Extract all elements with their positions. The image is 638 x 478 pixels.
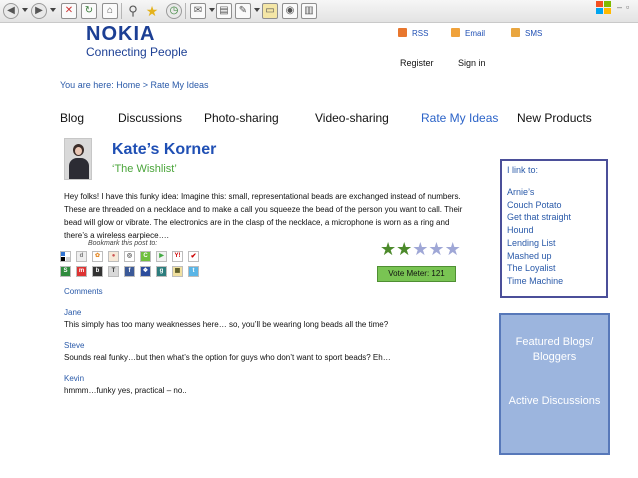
breadcrumb[interactable]: You are here: Home > Rate My Ideas	[60, 80, 209, 90]
nokia-logo[interactable]: NOKIA Connecting People	[86, 24, 187, 59]
blinklist-icon[interactable]: ✔	[188, 251, 199, 262]
simpy-icon[interactable]: ▶	[156, 251, 167, 262]
minimize-icon[interactable]: –	[617, 2, 622, 12]
nav-discussions[interactable]: Discussions	[118, 111, 182, 125]
link-item-get-that-straight[interactable]: Get that straight	[507, 211, 601, 224]
comment-author[interactable]: Jane	[64, 308, 81, 317]
print-icon[interactable]: ▤	[216, 3, 232, 19]
bookmark-label: Bookmark this post to:	[88, 240, 158, 247]
nav-video-sharing[interactable]: Video-sharing	[315, 111, 389, 125]
star-icon-filled[interactable]: ★	[396, 239, 412, 259]
comment-text: hmmm…funky yes, practical – no..	[64, 386, 187, 395]
star-rating[interactable]: ★★★★★	[380, 240, 461, 260]
mail-icon[interactable]: ✉	[190, 3, 206, 19]
facebook-icon[interactable]: f	[124, 266, 135, 277]
email-icon	[451, 28, 460, 37]
discuss-icon[interactable]: ▭	[262, 3, 278, 19]
stumbleupon-icon[interactable]: S	[60, 266, 71, 277]
twitter-icon[interactable]: t	[188, 266, 199, 277]
comments-heading[interactable]: Comments	[64, 287, 103, 296]
stop-icon[interactable]: ✕	[61, 3, 77, 19]
link-item-hound[interactable]: Hound	[507, 224, 601, 237]
magnolia-icon[interactable]: m	[76, 266, 87, 277]
mail-dropdown-icon[interactable]	[209, 8, 215, 12]
star-icon-empty[interactable]: ★	[412, 239, 428, 259]
rss-link[interactable]: RSS	[398, 28, 428, 38]
link-item-arnies[interactable]: Arnie’s	[507, 186, 601, 199]
edit-icon[interactable]: ✎	[235, 3, 251, 19]
star-icon-filled[interactable]: ★	[380, 239, 396, 259]
google-icon[interactable]: g	[156, 266, 167, 277]
link-item-the-loyalist[interactable]: The Loyalist	[507, 262, 601, 275]
toolbar-divider	[185, 3, 186, 19]
sms-icon	[511, 28, 520, 37]
windows-live-icon[interactable]: ❖	[140, 266, 151, 277]
post-body: Hey folks! I have this funky idea: Imagi…	[64, 192, 463, 240]
post-title: Kate’s Korner	[112, 141, 217, 158]
comment-author[interactable]: Steve	[64, 341, 84, 350]
active-discussions-link[interactable]: Active Discussions	[501, 395, 608, 407]
post-subtitle: ‘The Wishlist’	[112, 163, 177, 175]
logo-wordmark: NOKIA	[86, 23, 156, 45]
furl-icon[interactable]: ◎	[124, 251, 135, 262]
delicious-icon[interactable]	[60, 251, 71, 262]
comment-author[interactable]: Kevin	[64, 374, 84, 383]
link-list-title: I link to:	[507, 165, 539, 175]
spurl-icon[interactable]: C	[140, 251, 151, 262]
forward-button[interactable]: ▶	[31, 3, 47, 19]
yahoo-icon[interactable]: Y!	[172, 251, 183, 262]
comment-text: Sounds real funky…but then what’s the op…	[64, 353, 391, 362]
messenger-icon[interactable]: ◉	[282, 3, 298, 19]
nav-rate-my-ideas[interactable]: Rate My Ideas	[421, 111, 498, 125]
author-avatar	[64, 138, 92, 180]
forward-dropdown-icon[interactable]	[50, 8, 56, 12]
toolbar-divider	[121, 3, 122, 19]
sign-in-link[interactable]: Sign in	[458, 58, 486, 68]
vote-meter-button[interactable]: Vote Meter: 121	[377, 266, 456, 282]
sms-label: SMS	[525, 29, 543, 38]
technorati-icon[interactable]: b	[92, 266, 103, 277]
email-label: Email	[465, 29, 486, 38]
nav-photo-sharing[interactable]: Photo-sharing	[204, 111, 279, 125]
link-list-box: I link to: Arnie’s Couch Potato Get that…	[500, 159, 608, 298]
history-icon[interactable]: ◷	[166, 3, 182, 19]
bookmark-icons-row-2: Sm b Tf ❖ g ▦ t	[60, 266, 204, 284]
browser-toolbar: ◀ ▶ ✕ ↻ ⌂ ⚲ ★ ◷ ✉ ▤ ✎ ▭ ◉ ▥ – ▫	[0, 0, 638, 23]
rss-label: RSS	[412, 29, 429, 38]
bookmark-file-icon[interactable]: ▦	[172, 266, 183, 277]
nav-blog[interactable]: Blog	[60, 111, 84, 125]
favorites-icon[interactable]: ★	[144, 3, 160, 19]
search-icon[interactable]: ⚲	[125, 3, 141, 19]
reddit-icon[interactable]: ●	[108, 251, 119, 262]
register-link[interactable]: Register	[400, 58, 434, 68]
rss-icon	[398, 28, 407, 37]
link-item-couch-potato[interactable]: Couch Potato	[507, 199, 601, 212]
newsvine-icon[interactable]: ✿	[92, 251, 103, 262]
tailrank-icon[interactable]: T	[108, 266, 119, 277]
windows-logo-icon	[596, 1, 611, 14]
home-icon[interactable]: ⌂	[102, 3, 118, 19]
comment-text: This simply has too many weaknesses here…	[64, 320, 389, 329]
featured-blogs-link[interactable]: Featured Blogs/ Bloggers	[501, 335, 608, 365]
featured-panel: Featured Blogs/ Bloggers Active Discussi…	[499, 313, 610, 455]
link-item-lending-list[interactable]: Lending List	[507, 237, 601, 250]
star-icon-empty[interactable]: ★	[428, 239, 444, 259]
logo-tagline: Connecting People	[86, 45, 188, 59]
back-dropdown-icon[interactable]	[22, 8, 28, 12]
link-item-mashed-up[interactable]: Mashed up	[507, 250, 601, 263]
digg-icon[interactable]: d	[76, 251, 87, 262]
restore-icon[interactable]: ▫	[626, 2, 629, 12]
research-icon[interactable]: ▥	[301, 3, 317, 19]
sms-link[interactable]: SMS	[511, 28, 542, 38]
link-item-time-machine[interactable]: Time Machine	[507, 275, 601, 288]
email-link[interactable]: Email	[451, 28, 485, 38]
refresh-icon[interactable]: ↻	[81, 3, 97, 19]
nav-new-products[interactable]: New Products	[517, 111, 592, 125]
back-button[interactable]: ◀	[3, 3, 19, 19]
star-icon-empty[interactable]: ★	[445, 239, 461, 259]
edit-dropdown-icon[interactable]	[254, 8, 260, 12]
